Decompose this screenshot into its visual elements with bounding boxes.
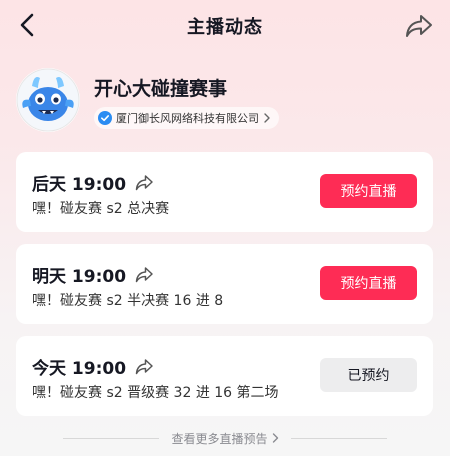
organization-chip[interactable]: 厦门御长风网络科技有限公司 <box>94 107 279 129</box>
share-arrow-icon <box>406 15 432 37</box>
stream-card[interactable]: 后天 19:00 嘿！碰友赛 s2 总决赛 预约直播 <box>16 152 433 232</box>
mascot-avatar-image <box>16 68 80 132</box>
stream-card[interactable]: 今天 19:00 嘿！碰友赛 s2 晋级赛 32 进 16 第二场 已预约 <box>16 336 433 416</box>
page-title: 主播动态 <box>187 17 263 38</box>
stream-time: 明天 19:00 <box>32 267 127 287</box>
reserved-button[interactable]: 已预约 <box>320 358 417 392</box>
share-icon[interactable] <box>134 266 154 284</box>
anchor-profile: 开心大碰撞赛事 厦门御长风网络科技有限公司 <box>16 68 436 134</box>
chevron-right-icon <box>272 433 278 443</box>
organization-name: 厦门御长风网络科技有限公司 <box>116 112 259 125</box>
more-previews: 查看更多直播预告 <box>0 428 450 448</box>
stream-time: 后天 19:00 <box>32 175 127 195</box>
stream-description: 嘿！碰友赛 s2 半决赛 16 进 8 <box>32 293 224 309</box>
reserve-live-button[interactable]: 预约直播 <box>320 266 417 300</box>
stream-time-row: 明天 19:00 <box>32 262 154 287</box>
avatar[interactable] <box>16 68 80 132</box>
share-icon[interactable] <box>134 174 154 192</box>
verified-check-icon <box>98 111 112 125</box>
more-previews-link[interactable]: 查看更多直播预告 <box>171 430 278 447</box>
share-button[interactable] <box>402 9 436 43</box>
more-previews-label: 查看更多直播预告 <box>171 431 268 446</box>
chevron-right-icon <box>264 113 270 123</box>
stream-description: 嘿！碰友赛 s2 晋级赛 32 进 16 第二场 <box>32 385 279 401</box>
anchor-name: 开心大碰撞赛事 <box>94 78 228 100</box>
stream-time-row: 今天 19:00 <box>32 354 154 379</box>
stream-time-row: 后天 19:00 <box>32 170 154 195</box>
top-bar: 主播动态 <box>0 0 450 50</box>
stream-description: 嘿！碰友赛 s2 总决赛 <box>32 201 170 217</box>
stream-time: 今天 19:00 <box>32 359 127 379</box>
stream-card[interactable]: 明天 19:00 嘿！碰友赛 s2 半决赛 16 进 8 预约直播 <box>16 244 433 324</box>
divider-right <box>290 437 387 439</box>
reserve-live-button[interactable]: 预约直播 <box>320 174 417 208</box>
divider-left <box>63 437 160 439</box>
share-icon[interactable] <box>134 358 154 376</box>
